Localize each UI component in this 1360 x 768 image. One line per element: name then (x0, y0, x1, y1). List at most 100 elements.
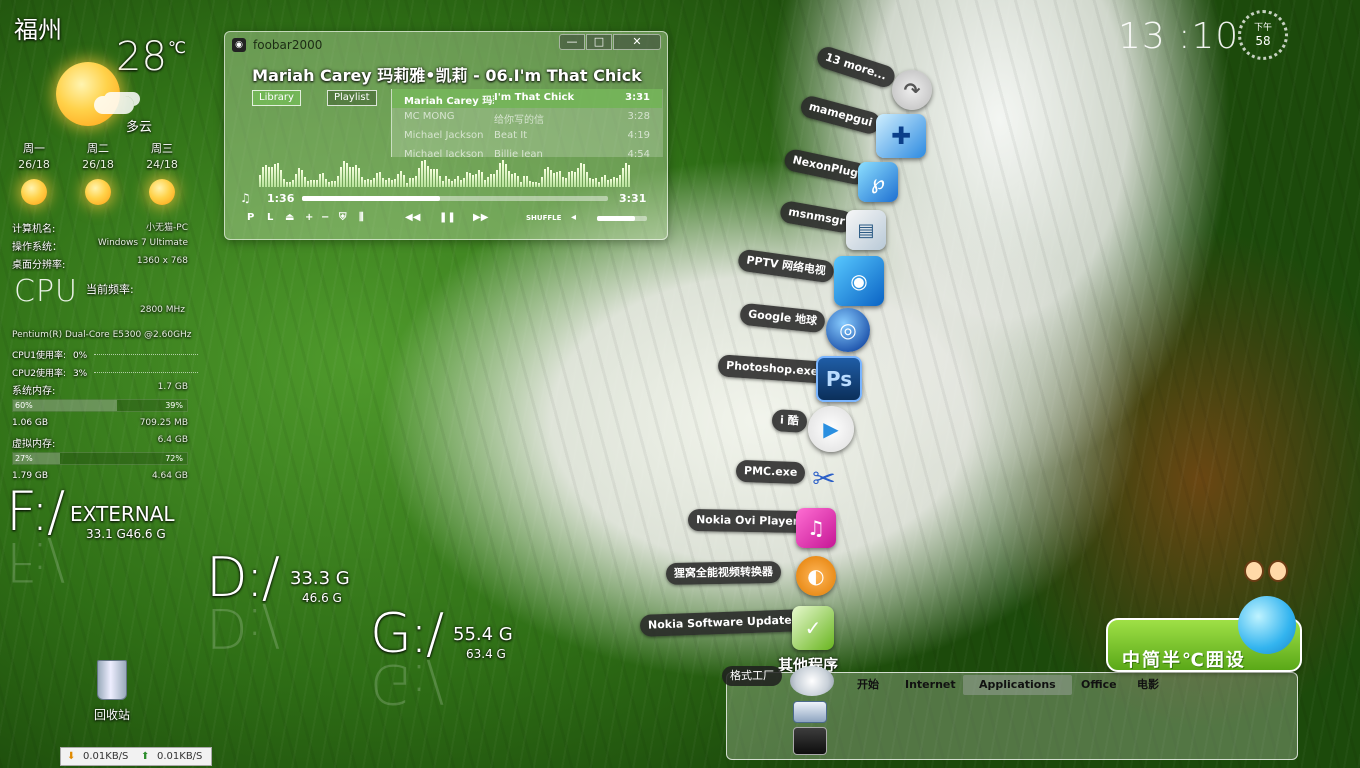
minimize-button[interactable]: — (559, 34, 585, 50)
shield-icon[interactable]: ⛨ (339, 212, 347, 223)
maximize-button[interactable]: □ (586, 34, 612, 50)
tab-applications[interactable]: Applications (963, 675, 1072, 695)
stack-label-mamepgui[interactable]: mamepgui (798, 93, 883, 137)
playlist-row[interactable]: Michael Jackson Billie Jean 4:54 (392, 146, 662, 157)
remove-button[interactable]: − (321, 212, 329, 223)
upload-arrow-icon: ⬆ (141, 751, 150, 762)
desktop-clock: 13 :10 (1118, 16, 1240, 57)
spectrum-bar (337, 175, 339, 187)
spectrum-bar (562, 177, 564, 187)
stack-label-photoshop[interactable]: Photoshop.exe (717, 354, 827, 384)
add-button[interactable]: + (305, 212, 313, 223)
spectrum-bar (295, 173, 297, 187)
seconds-dial: 下午 58 (1238, 10, 1288, 60)
msn-icon[interactable]: ▤ (846, 210, 886, 250)
photoshop-icon[interactable]: Ps (816, 356, 862, 402)
virtual-memory-total: 6.4 GB (157, 435, 188, 445)
launcher-app-icon[interactable] (793, 701, 827, 723)
pptv-icon[interactable]: ◉ (834, 256, 884, 306)
stack-label-google-earth[interactable]: Google 地球 (739, 302, 826, 334)
tab-library[interactable]: Library (252, 90, 301, 106)
tab-playlist[interactable]: Playlist (327, 90, 377, 106)
weather-city: 福州 (14, 16, 62, 44)
foobar-window[interactable]: ◉ foobar2000 — □ ✕ Mariah Carey 玛莉雅•凯莉 -… (224, 31, 668, 240)
spectrum-bar (283, 178, 285, 187)
playlist-row[interactable]: MC MONG 给你写的信 3:28 (392, 108, 662, 127)
forecast-day-label: 周一 (23, 142, 45, 155)
stack-label-nokia-ovi[interactable]: Nokia Ovi Player (687, 508, 807, 534)
drive-d-used[interactable]: 33.3 G (290, 568, 350, 589)
playlist-song: Billie Jean (494, 149, 543, 157)
stack-label-iku[interactable]: i 酷 (771, 409, 808, 433)
spectrum-bar (610, 179, 612, 187)
spectrum-bar (475, 173, 477, 187)
iku-icon[interactable]: ▶ (808, 406, 854, 452)
mame-icon[interactable]: ✚ (876, 114, 926, 158)
cartoon-kid-icon (1244, 560, 1264, 582)
stack-label-msnmsgr[interactable]: msnmsgr (778, 199, 855, 235)
spectrum-bar (403, 174, 405, 187)
play-mode-l-button[interactable]: L (267, 212, 273, 223)
stack-label-pmc[interactable]: PMC.exe (735, 459, 806, 485)
nokia-updater-icon[interactable]: ✓ (792, 606, 834, 650)
stack-label-more[interactable]: 13 more... (814, 44, 898, 90)
seek-bar[interactable] (302, 196, 608, 201)
close-button[interactable]: ✕ (613, 34, 661, 50)
spectrum-bar (541, 176, 543, 187)
scissors-icon[interactable]: ✂ (802, 456, 846, 500)
stack-label-video-converter[interactable]: 狸窝全能视频转换器 (665, 560, 782, 586)
spectrum-bar (376, 172, 378, 187)
tab-office[interactable]: Office (1081, 675, 1117, 695)
stack-label-nexonplug[interactable]: NexonPlug (782, 147, 869, 187)
spectrum-bar (607, 180, 609, 187)
spectrum-visualizer (259, 160, 633, 188)
playlist-duration: 4:19 (627, 130, 650, 141)
playlist-row[interactable]: Michael Jackson Beat It 4:19 (392, 127, 662, 146)
spectrum-bar (523, 175, 525, 187)
equalizer-icon[interactable]: ⫼ (359, 212, 364, 223)
cpu1-usage: CPU1使用率: 0% (12, 348, 198, 361)
spectrum-bar (271, 167, 273, 187)
playlist-row[interactable]: Mariah Carey 玛莉雅•凯莉 I'm That Chick 3:31 (392, 89, 662, 108)
tab-movies[interactable]: 电影 (1137, 675, 1159, 695)
spectrum-bar (349, 166, 351, 187)
video-converter-icon[interactable]: ◐ (796, 556, 836, 596)
play-mode-p-button[interactable]: P (247, 212, 254, 223)
google-earth-icon[interactable]: ◎ (826, 308, 870, 352)
drive-g-used[interactable]: 55.4 G (453, 624, 513, 645)
format-factory-label[interactable]: 格式工厂 (722, 666, 782, 686)
cpu-frequency-label: 当前频率: (86, 283, 134, 296)
spectrum-bar (361, 177, 363, 187)
eject-icon[interactable]: ⏏ (285, 212, 294, 223)
spectrum-bar (619, 175, 621, 187)
disc-icon[interactable] (790, 666, 834, 696)
next-button[interactable]: ▶▶ (473, 212, 488, 223)
spectrum-bar (301, 169, 303, 187)
tab-internet[interactable]: Internet (905, 675, 956, 695)
tab-start[interactable]: 开始 (857, 675, 879, 695)
spectrum-bar (511, 173, 513, 187)
cartoon-kid-icon (1268, 560, 1288, 582)
speaker-icon[interactable]: ◂ (571, 212, 576, 223)
recycle-bin[interactable]: 回收站 (86, 660, 138, 723)
previous-button[interactable]: ◀◀ (405, 212, 420, 223)
spectrum-bar (382, 177, 384, 187)
shuffle-button[interactable]: SHUFFLE (526, 214, 561, 222)
spectrum-bar (508, 170, 510, 187)
nexon-icon[interactable]: ℘ (858, 162, 898, 202)
virtual-memory-free-percent: 72% (165, 454, 183, 463)
drive-f-name[interactable]: EXTERNAL (70, 502, 175, 526)
launcher-app-icon[interactable] (793, 727, 827, 755)
net-speed-meter[interactable]: ⬇ 0.01KB/S ⬆ 0.01KB/S (60, 747, 212, 766)
music-note-icon[interactable]: ♫ (796, 508, 836, 548)
playlist-duration: 4:54 (627, 149, 650, 157)
spectrum-bar (397, 173, 399, 187)
stack-label-pptv[interactable]: PPTV 网络电视 (736, 248, 836, 284)
playlist-song: 给你写的信 (494, 115, 544, 126)
drive-f-reflection: F:/ (6, 530, 64, 593)
volume-slider[interactable] (597, 216, 647, 221)
arrow-icon[interactable]: ↷ (892, 70, 932, 110)
stack-label-nokia-updater[interactable]: Nokia Software Updater (639, 609, 806, 637)
pause-button[interactable]: ❚❚ (439, 212, 456, 223)
playlist[interactable]: Mariah Carey 玛莉雅•凯莉 I'm That Chick 3:31 … (391, 89, 663, 157)
